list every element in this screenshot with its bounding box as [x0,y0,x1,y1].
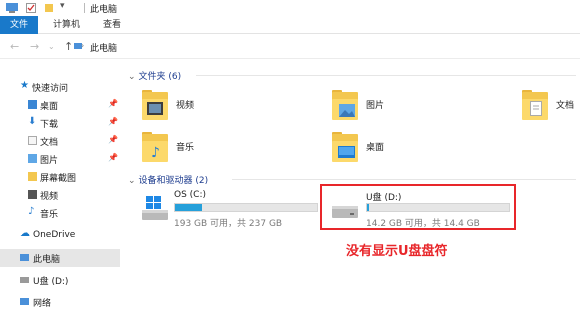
music-folder-icon: ♪ [142,132,168,162]
network-icon [20,298,29,305]
usb-drive-icon [20,277,29,283]
forward-arrow-icon[interactable]: → [30,40,39,53]
breadcrumb-chevron-icon[interactable]: › [81,41,84,50]
group-header-label: 设备和驱动器 (2) [138,176,209,186]
address-bar: ← → ⌄ ↑ › 此电脑 [0,35,580,59]
sidebar-item-label: 音乐 [40,210,59,220]
computer-icon [20,254,29,261]
pin-icon[interactable]: 📌 [108,153,118,162]
group-divider [232,179,576,180]
drive-usage-bar [174,203,318,212]
title-separator [84,3,85,13]
desktop-icon [28,100,37,109]
sidebar-item-this-pc[interactable]: 此电脑 [0,249,120,267]
computer-icon [6,3,18,13]
drive-usage-fill [175,204,202,211]
download-icon: ⬇ [28,116,37,127]
sidebar-item-downloads[interactable]: ⬇ 下载 📌 [0,114,120,132]
navigation-pane: ★ 快速访问 桌面 📌 ⬇ 下载 📌 文档 📌 图片 📌 屏幕截图 视频 ♪ 音… [0,72,120,324]
document-folder-icon [522,90,548,120]
picture-icon [28,154,37,163]
window-title: 此电脑 [90,5,118,15]
collapse-chevron-icon[interactable]: ⌄ [128,72,136,82]
sidebar-item-label: OneDrive [33,230,76,240]
video-folder-icon [142,90,168,120]
sidebar-item-label: 视频 [40,192,59,202]
video-icon [28,190,37,199]
up-arrow-icon[interactable]: ↑ [64,40,73,53]
sidebar-item-pictures[interactable]: 图片 📌 [0,150,120,168]
folder-icon [28,172,37,181]
sidebar-item-onedrive[interactable]: ☁ OneDrive [0,227,120,245]
quick-access-toolbar-dropdown-icon[interactable]: ▾ [60,1,65,11]
sidebar-item-label: 快速访问 [32,84,69,94]
pin-icon[interactable]: 📌 [108,99,118,108]
document-icon [28,136,37,145]
annotation-text: 没有显示U盘盘符 [346,244,448,259]
collapse-chevron-icon[interactable]: ⌄ [128,176,136,186]
folder-label: 桌面 [366,143,385,153]
new-folder-icon[interactable] [44,3,54,13]
properties-icon[interactable] [26,3,36,13]
sidebar-item-label: 下载 [40,120,59,130]
windows-drive-icon [142,196,168,220]
picture-folder-icon [332,90,358,120]
sidebar-item-label: 网络 [33,299,52,309]
sidebar-item-screenshots[interactable]: 屏幕截图 [0,168,120,186]
svg-text:♪: ♪ [151,145,160,159]
title-bar: ▾ 此电脑 [0,0,580,16]
recent-locations-chevron-icon[interactable]: ⌄ [48,42,55,51]
folder-label: 音乐 [176,143,195,153]
folder-label: 文档 [556,101,575,111]
sidebar-item-desktop[interactable]: 桌面 📌 [0,96,120,114]
music-icon: ♪ [28,206,35,217]
sidebar-item-documents[interactable]: 文档 📌 [0,132,120,150]
folder-label: 图片 [366,101,385,111]
pin-icon[interactable]: 📌 [108,117,118,126]
annotation-highlight-box [320,184,516,230]
sidebar-item-quick-access[interactable]: ★ 快速访问 [0,78,120,96]
back-arrow-icon[interactable]: ← [10,40,19,53]
cloud-icon: ☁ [20,228,30,239]
sidebar-item-network[interactable]: 网络 [0,293,120,311]
group-header-label: 文件夹 (6) [138,72,182,82]
sidebar-item-label: 文档 [40,138,59,148]
folder-label: 视频 [176,101,195,111]
star-icon: ★ [20,80,29,91]
drive-capacity: 193 GB 可用，共 237 GB [174,219,283,229]
sidebar-item-label: 此电脑 [33,255,61,265]
group-divider [196,75,576,76]
drive-name: OS (C:) [174,190,206,200]
ribbon-tabs: 文件 计算机 查看 [0,16,580,34]
tab-view[interactable]: 查看 [103,16,121,34]
pin-icon[interactable]: 📌 [108,135,118,144]
breadcrumb[interactable]: 此电脑 [90,41,117,54]
sidebar-item-label: 屏幕截图 [40,174,77,184]
sidebar-item-label: U盘 (D:) [33,277,69,287]
devices-group-header[interactable]: ⌄ 设备和驱动器 (2) [128,173,208,186]
sidebar-item-label: 图片 [40,156,59,166]
tab-file[interactable]: 文件 [0,16,39,34]
sidebar-item-videos[interactable]: 视频 [0,186,120,204]
desktop-folder-icon [332,132,358,162]
sidebar-item-usb-drive[interactable]: U盘 (D:) [0,271,120,289]
sidebar-item-label: 桌面 [40,102,59,112]
sidebar-item-music[interactable]: ♪ 音乐 [0,204,120,222]
folders-group-header[interactable]: ⌄ 文件夹 (6) [128,69,181,82]
tab-computer[interactable]: 计算机 [53,16,80,34]
